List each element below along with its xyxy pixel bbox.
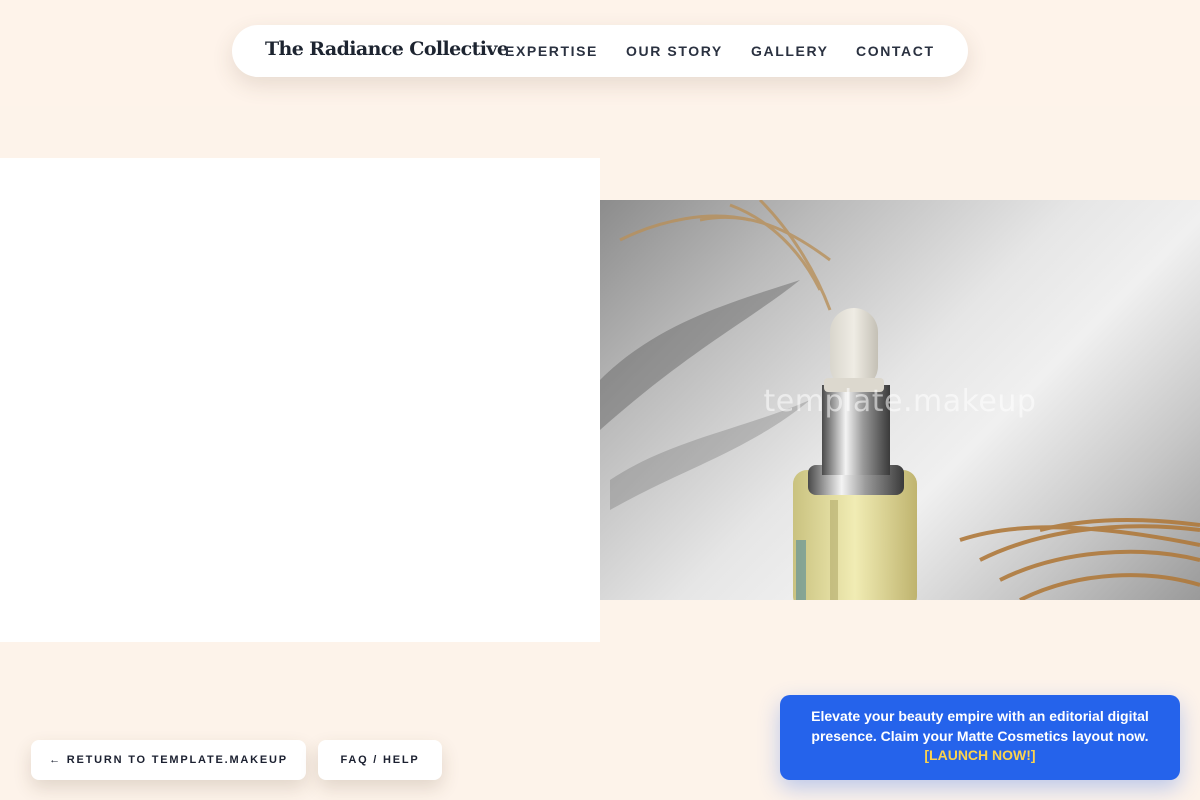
faq-help-button[interactable]: FAQ / HELP xyxy=(318,740,442,780)
main-nav: The Radiance Collective EXPERTISE OUR ST… xyxy=(232,25,968,77)
brand-logo[interactable]: The Radiance Collective xyxy=(265,38,509,60)
launch-now-link[interactable]: [LAUNCH NOW!] xyxy=(780,746,1180,766)
nav-link-contact[interactable]: CONTACT xyxy=(856,43,935,59)
content-panel xyxy=(0,158,600,642)
promo-text: Elevate your beauty empire with an edito… xyxy=(811,708,1149,744)
hero-image: template.makeup xyxy=(600,200,1200,600)
promo-banner[interactable]: Elevate your beauty empire with an edito… xyxy=(780,695,1180,780)
return-to-template-button[interactable]: ← RETURN TO TEMPLATE.MAKEUP xyxy=(31,740,306,780)
nav-link-expertise[interactable]: EXPERTISE xyxy=(505,43,598,59)
watermark-text: template.makeup xyxy=(763,384,1037,419)
nav-link-gallery[interactable]: GALLERY xyxy=(751,43,829,59)
nav-link-our-story[interactable]: OUR STORY xyxy=(626,43,723,59)
